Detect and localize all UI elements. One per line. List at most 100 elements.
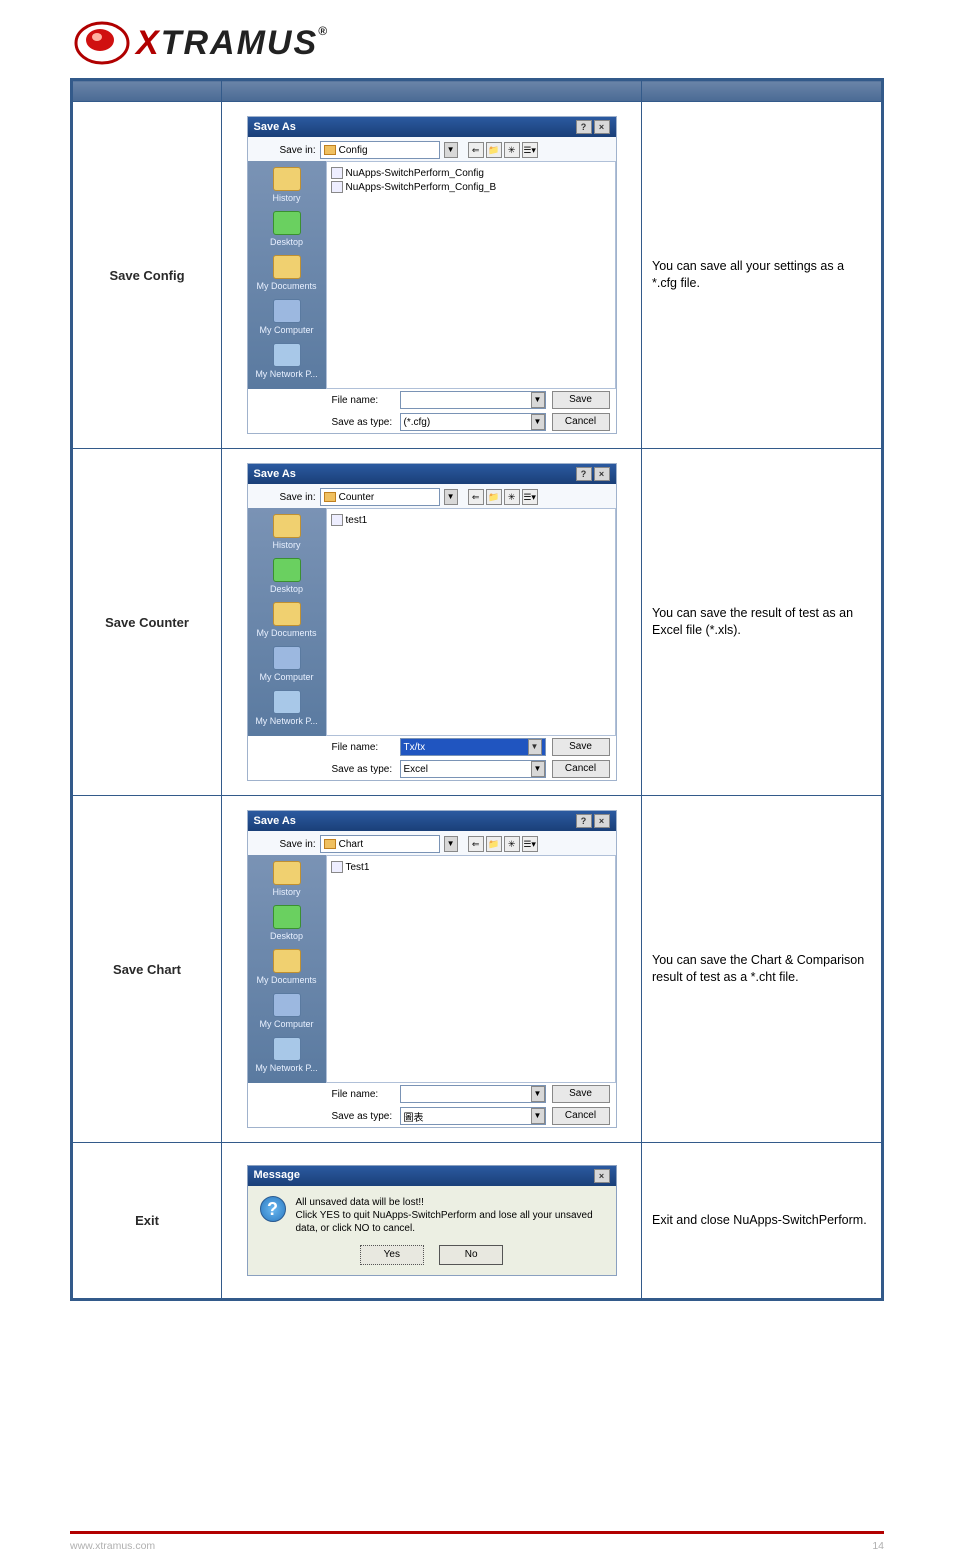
file-list[interactable]: Test1: [326, 855, 616, 1083]
place-mycomp[interactable]: My Computer: [248, 991, 326, 1035]
savein-dropdown[interactable]: Chart: [320, 835, 440, 853]
back-icon[interactable]: ⇐: [468, 142, 484, 158]
file-list[interactable]: test1: [326, 508, 616, 736]
row-label: Save Counter: [72, 449, 222, 796]
places-bar: History Desktop My Documents My Computer…: [248, 508, 326, 736]
filename-label: File name:: [332, 742, 394, 753]
list-item[interactable]: test1: [331, 513, 611, 527]
file-list[interactable]: NuApps-SwitchPerform_Config NuApps-Switc…: [326, 161, 616, 389]
up-icon[interactable]: 📁: [486, 836, 502, 852]
save-as-dialog: Save As ? × Save in: Config ▼ ⇐: [247, 116, 617, 434]
help-icon[interactable]: ?: [576, 120, 592, 134]
logo: XTRAMUS®: [70, 18, 884, 68]
newfolder-icon[interactable]: ✳: [504, 489, 520, 505]
filename-label: File name:: [332, 395, 394, 406]
cancel-button[interactable]: Cancel: [552, 760, 610, 778]
place-mycomp[interactable]: My Computer: [248, 297, 326, 341]
desktop-icon: [273, 905, 301, 929]
close-icon[interactable]: ×: [594, 467, 610, 481]
row-description: You can save all your settings as a *.cf…: [642, 102, 883, 449]
place-mydocs[interactable]: My Documents: [248, 947, 326, 991]
savein-label: Save in:: [254, 492, 316, 503]
desktop-icon: [273, 558, 301, 582]
yes-button[interactable]: Yes: [360, 1245, 424, 1265]
chevron-down-icon[interactable]: ▼: [531, 1108, 545, 1124]
views-icon[interactable]: ☰▾: [522, 836, 538, 852]
cancel-button[interactable]: Cancel: [552, 1107, 610, 1125]
filename-input[interactable]: Tx/tx▼: [400, 738, 546, 756]
savetype-dropdown[interactable]: Excel▼: [400, 760, 546, 778]
file-icon: [331, 181, 343, 193]
place-history[interactable]: History: [248, 859, 326, 903]
places-bar: History Desktop My Documents My Computer…: [248, 855, 326, 1083]
place-mycomp[interactable]: My Computer: [248, 644, 326, 688]
back-icon[interactable]: ⇐: [468, 489, 484, 505]
filename-input[interactable]: ▼: [400, 1085, 546, 1103]
place-mynet[interactable]: My Network P...: [248, 688, 326, 732]
save-button[interactable]: Save: [552, 1085, 610, 1103]
chevron-down-icon[interactable]: ▼: [531, 392, 545, 408]
list-item[interactable]: Test1: [331, 860, 611, 874]
dialog-titlebar: Save As ? ×: [248, 811, 616, 831]
chevron-down-icon[interactable]: ▼: [531, 761, 545, 777]
list-item[interactable]: NuApps-SwitchPerform_Config_B: [331, 180, 611, 194]
chevron-down-icon[interactable]: ▼: [444, 142, 458, 158]
filename-input[interactable]: ▼: [400, 391, 546, 409]
chevron-down-icon[interactable]: ▼: [531, 1086, 545, 1102]
page-header: XTRAMUS®: [0, 0, 954, 78]
newfolder-icon[interactable]: ✳: [504, 836, 520, 852]
dialog-title-text: Save As: [254, 468, 296, 480]
place-desktop[interactable]: Desktop: [248, 556, 326, 600]
history-icon: [273, 514, 301, 538]
place-mynet[interactable]: My Network P...: [248, 1035, 326, 1079]
places-bar: History Desktop My Documents My Computer…: [248, 161, 326, 389]
place-history[interactable]: History: [248, 165, 326, 209]
back-icon[interactable]: ⇐: [468, 836, 484, 852]
table-row: Save Counter Save As ? × Save in: Cou: [72, 449, 883, 796]
chevron-down-icon[interactable]: ▼: [444, 836, 458, 852]
network-icon: [273, 690, 301, 714]
close-icon[interactable]: ×: [594, 814, 610, 828]
chevron-down-icon[interactable]: ▼: [444, 489, 458, 505]
row-description: Exit and close NuApps-SwitchPerform.: [642, 1143, 883, 1300]
chevron-down-icon[interactable]: ▼: [528, 739, 542, 755]
place-history[interactable]: History: [248, 512, 326, 556]
close-icon[interactable]: ×: [594, 1169, 610, 1183]
place-desktop[interactable]: Desktop: [248, 903, 326, 947]
place-mydocs[interactable]: My Documents: [248, 600, 326, 644]
row-screenshot: Save As ? × Save in: Chart ▼ ⇐: [222, 796, 642, 1143]
row-description: You can save the Chart & Comparison resu…: [642, 796, 883, 1143]
cancel-button[interactable]: Cancel: [552, 413, 610, 431]
page-footer: www.xtramus.com 14: [0, 1534, 954, 1552]
save-button[interactable]: Save: [552, 391, 610, 409]
history-icon: [273, 167, 301, 191]
footer-url: www.xtramus.com: [70, 1540, 155, 1552]
file-icon: [331, 514, 343, 526]
folder-icon: [324, 492, 336, 502]
savein-label: Save in:: [254, 839, 316, 850]
chevron-down-icon[interactable]: ▼: [531, 414, 545, 430]
list-item[interactable]: NuApps-SwitchPerform_Config: [331, 166, 611, 180]
help-icon[interactable]: ?: [576, 814, 592, 828]
help-icon[interactable]: ?: [576, 467, 592, 481]
savein-dropdown[interactable]: Config: [320, 141, 440, 159]
views-icon[interactable]: ☰▾: [522, 489, 538, 505]
dialog-title-text: Save As: [254, 121, 296, 133]
savetype-dropdown[interactable]: (*.cfg)▼: [400, 413, 546, 431]
savetype-dropdown[interactable]: 圖表▼: [400, 1107, 546, 1125]
up-icon[interactable]: 📁: [486, 489, 502, 505]
savein-dropdown[interactable]: Counter: [320, 488, 440, 506]
documents-icon: [273, 602, 301, 626]
close-icon[interactable]: ×: [594, 120, 610, 134]
row-label: Exit: [72, 1143, 222, 1300]
up-icon[interactable]: 📁: [486, 142, 502, 158]
views-icon[interactable]: ☰▾: [522, 142, 538, 158]
file-icon: [331, 167, 343, 179]
save-button[interactable]: Save: [552, 738, 610, 756]
place-mydocs[interactable]: My Documents: [248, 253, 326, 297]
history-icon: [273, 861, 301, 885]
place-desktop[interactable]: Desktop: [248, 209, 326, 253]
no-button[interactable]: No: [439, 1245, 503, 1265]
newfolder-icon[interactable]: ✳: [504, 142, 520, 158]
place-mynet[interactable]: My Network P...: [248, 341, 326, 385]
